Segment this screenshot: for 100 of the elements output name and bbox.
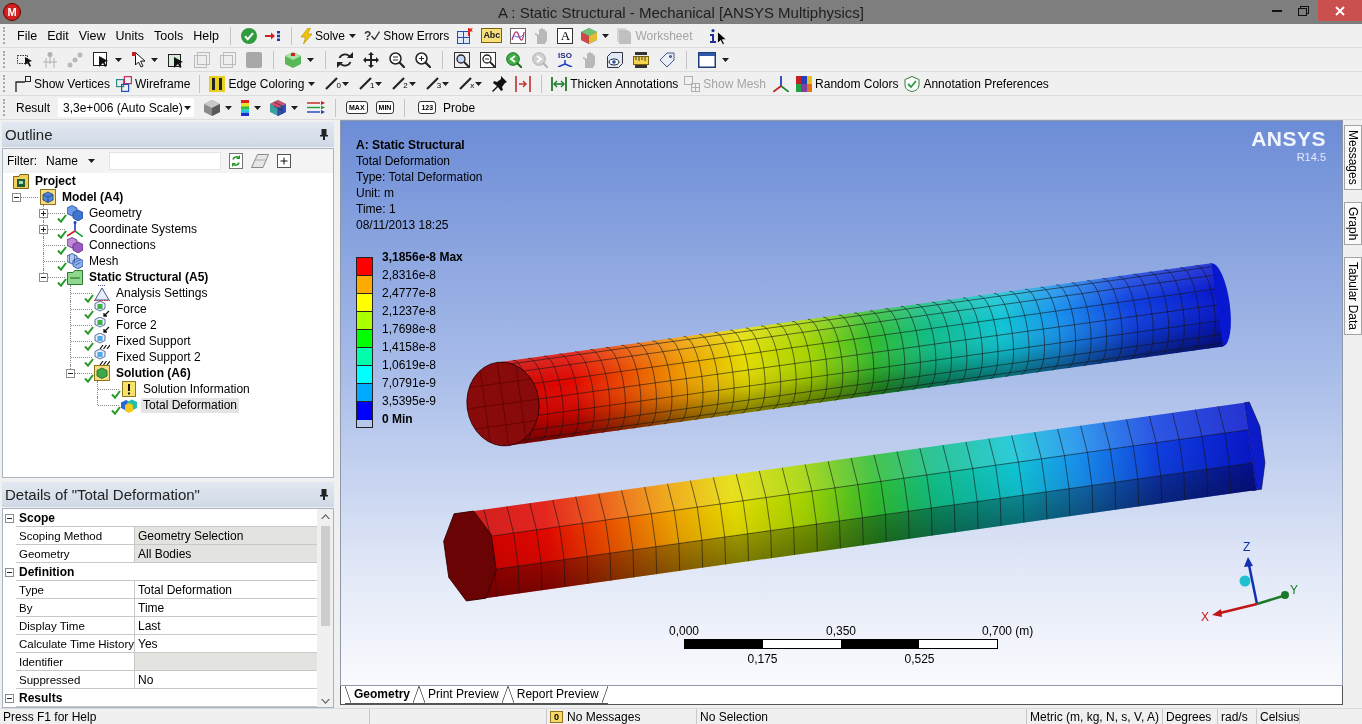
property-value[interactable]: Total Deformation — [135, 581, 317, 599]
thumbtack-icon[interactable] — [491, 75, 508, 92]
previous-view-icon[interactable] — [506, 51, 522, 68]
wireframe-button[interactable]: Wireframe — [113, 73, 194, 94]
cube-icon[interactable] — [581, 27, 598, 44]
status-text[interactable]: Metric (m, kg, N, s, V, A) — [1027, 709, 1163, 724]
property-value[interactable]: Last — [135, 617, 317, 635]
color-bar-icon[interactable] — [241, 99, 249, 116]
tree-item[interactable]: Analysis Settings — [114, 285, 210, 301]
check-icon[interactable] — [240, 27, 257, 44]
round-bar-model[interactable] — [466, 263, 1231, 447]
chart-icon[interactable] — [510, 27, 527, 44]
status-text[interactable]: Degrees — [1163, 709, 1218, 724]
tree-item[interactable]: Coordinate Systems — [87, 221, 200, 237]
expand-icon[interactable] — [39, 209, 48, 218]
box-zoom-icon[interactable] — [480, 51, 496, 68]
status-text[interactable]: rad/s — [1218, 709, 1257, 724]
caret-icon[interactable] — [408, 81, 416, 86]
scale-dropdown[interactable]: 3,3e+006 (Auto Scale) — [58, 98, 194, 117]
caret-icon[interactable] — [115, 57, 122, 62]
plus-box-icon[interactable] — [277, 154, 291, 168]
rotate-icon[interactable] — [337, 51, 353, 68]
pan-icon[interactable] — [363, 51, 379, 68]
collapse-icon[interactable] — [5, 567, 14, 577]
caret-icon[interactable] — [475, 81, 483, 86]
status-text[interactable]: Celsius — [1257, 709, 1300, 724]
caret-icon[interactable] — [307, 57, 314, 62]
tree-item[interactable]: Connections — [87, 237, 158, 253]
tree-item[interactable]: Fixed Support — [114, 333, 193, 349]
caret-icon[interactable] — [602, 33, 610, 38]
caret-icon[interactable] — [442, 81, 450, 86]
property-value[interactable]: Time — [135, 599, 317, 617]
letter-box-icon[interactable]: A — [557, 27, 574, 44]
show-vertices-button[interactable]: Show Vertices — [12, 73, 114, 94]
menu-item[interactable]: Units — [110, 26, 150, 45]
show-errors-button[interactable]: ? Show Errors — [361, 25, 453, 46]
menu-item[interactable]: Help — [188, 26, 224, 45]
scroll-thumb[interactable] — [320, 526, 330, 626]
close-button[interactable] — [1318, 0, 1362, 21]
caret-icon[interactable] — [308, 81, 316, 86]
tag-icon[interactable] — [659, 51, 675, 68]
thicken-annotations-button[interactable]: Thicken Annotations — [548, 73, 682, 94]
menu-item[interactable]: Edit — [42, 26, 74, 45]
solve-button[interactable]: Solve — [297, 25, 348, 46]
side-tab[interactable]: Tabular Data — [1344, 257, 1362, 336]
property-value[interactable]: No — [135, 671, 317, 689]
cube-icon[interactable] — [285, 51, 301, 68]
graphics-viewport[interactable] — [340, 120, 1343, 686]
abc-tag-icon[interactable]: Abc — [481, 28, 503, 43]
collapse-icon[interactable] — [5, 513, 14, 523]
eye-box-icon[interactable] — [607, 51, 623, 68]
random-colors-button[interactable]: Random Colors — [793, 73, 902, 94]
tree-item[interactable]: Force — [114, 301, 149, 317]
arrows-icon[interactable] — [307, 101, 325, 114]
menu-item[interactable]: Tools — [149, 26, 189, 45]
view-tab[interactable]: Report Preview — [507, 686, 608, 704]
shaded-cube-icon[interactable] — [204, 99, 220, 116]
minimize-icon[interactable] — [1272, 9, 1282, 12]
box-select-icon[interactable] — [93, 51, 109, 68]
bracket-arrow-icon[interactable] — [515, 75, 532, 92]
edge-coloring-button[interactable]: Edge Coloring — [206, 73, 308, 94]
collapse-icon[interactable] — [66, 369, 75, 378]
tree-item[interactable]: Solution Information — [141, 381, 252, 397]
tree-item[interactable]: Static Structural (A5) — [87, 269, 211, 285]
message-count-icon[interactable]: 0 — [550, 710, 563, 723]
tree-item[interactable]: Mesh — [87, 253, 121, 269]
collapse-icon[interactable] — [12, 193, 21, 202]
collapse-icon[interactable] — [39, 273, 48, 282]
caret-icon[interactable] — [151, 57, 158, 62]
menu-item[interactable]: View — [73, 26, 111, 45]
view-tab[interactable]: Print Preview — [419, 686, 508, 704]
caret-icon[interactable] — [341, 81, 349, 86]
tree-item[interactable]: Fixed Support 2 — [114, 349, 203, 365]
scroll-down-icon[interactable] — [320, 699, 330, 704]
caret-icon[interactable] — [722, 57, 729, 62]
axes-icon[interactable] — [773, 75, 790, 92]
property-value[interactable]: Geometry Selection — [135, 527, 317, 545]
caret-icon[interactable] — [291, 105, 298, 110]
group-header[interactable]: Results — [16, 689, 317, 707]
collapse-icon[interactable] — [5, 693, 14, 703]
scrollbar[interactable] — [317, 509, 333, 707]
faceted-bar-model[interactable] — [443, 401, 1266, 602]
menu-item[interactable]: File — [12, 26, 43, 45]
annotation-preferences-button[interactable]: Annotation Preferences — [901, 73, 1052, 94]
mesh-cube-icon[interactable] — [270, 99, 286, 116]
eraser-icon[interactable] — [251, 154, 269, 168]
tree-item[interactable]: Geometry — [87, 205, 144, 221]
ruler-icon[interactable] — [633, 51, 649, 68]
tree-item[interactable]: Model (A4) — [60, 189, 126, 205]
pin-icon[interactable] — [320, 129, 328, 140]
restore-icon[interactable] — [1297, 5, 1309, 16]
window-icon[interactable] — [698, 51, 716, 68]
dots-icon[interactable] — [67, 51, 83, 68]
pin-icon[interactable] — [320, 489, 328, 500]
expand-icon[interactable] — [39, 225, 48, 234]
group-header[interactable]: Definition — [16, 563, 317, 581]
caret-icon[interactable] — [349, 33, 356, 38]
filter-field[interactable] — [109, 152, 221, 170]
tree-item[interactable]: Force 2 — [114, 317, 159, 333]
refresh-icon[interactable] — [229, 153, 243, 169]
